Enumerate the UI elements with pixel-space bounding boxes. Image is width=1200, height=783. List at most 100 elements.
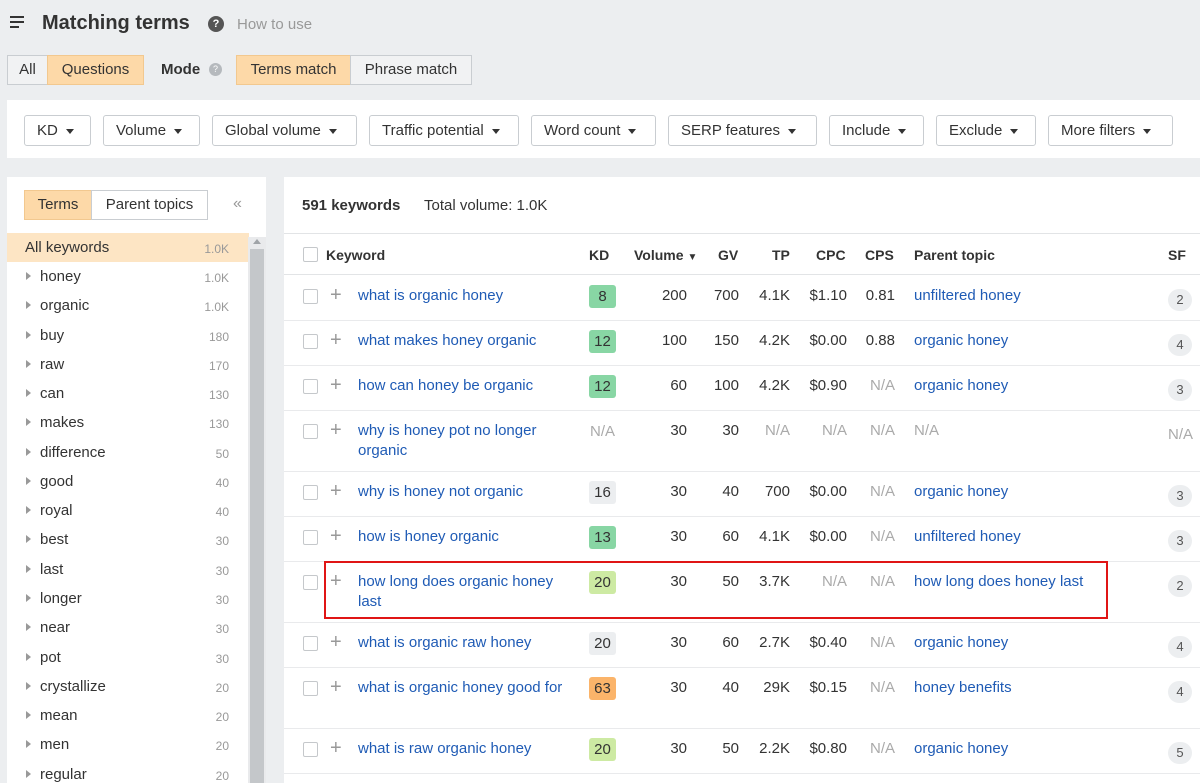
row-checkbox[interactable]	[303, 636, 318, 651]
more-filters-button[interactable]: More filters	[1048, 115, 1173, 146]
menu-icon[interactable]	[10, 16, 24, 28]
sidebar-item-difference[interactable]: difference 50	[7, 438, 249, 467]
row-checkbox[interactable]	[303, 485, 318, 500]
word-count-filter[interactable]: Word count	[531, 115, 656, 146]
keyword-link[interactable]: what makes honey organic	[358, 331, 568, 351]
keyword-link[interactable]: what is organic honey good for	[358, 678, 568, 698]
add-to-list-icon[interactable]: +	[330, 738, 342, 758]
sidebar-item-near[interactable]: near 30	[7, 613, 249, 642]
tab-parent-topics[interactable]: Parent topics	[91, 190, 208, 220]
expand-icon[interactable]	[26, 682, 31, 690]
expand-icon[interactable]	[26, 653, 31, 661]
kd-filter[interactable]: KD	[24, 115, 91, 146]
serp-features-badge[interactable]: 3	[1168, 485, 1192, 507]
volume-filter[interactable]: Volume	[103, 115, 200, 146]
phrase-match-button[interactable]: Phrase match	[350, 55, 472, 85]
exclude-filter[interactable]: Exclude	[936, 115, 1036, 146]
expand-icon[interactable]	[26, 565, 31, 573]
sidebar-item-good[interactable]: good 40	[7, 467, 249, 496]
keyword-link[interactable]: why is honey pot no longer organic	[358, 421, 568, 461]
serp-features-badge[interactable]: 4	[1168, 681, 1192, 703]
column-keyword[interactable]: Keyword	[326, 247, 385, 263]
add-to-list-icon[interactable]: +	[330, 330, 342, 350]
expand-icon[interactable]	[26, 506, 31, 514]
collapse-icon[interactable]: «	[233, 195, 242, 213]
sidebar-item-organic[interactable]: organic 1.0K	[7, 291, 249, 320]
column-cpc[interactable]: CPC	[816, 247, 846, 263]
select-all-checkbox[interactable]	[303, 247, 318, 262]
mode-help-icon[interactable]: ?	[209, 63, 222, 76]
parent-topic-link[interactable]: organic honey	[914, 332, 1008, 349]
sidebar-item-honey[interactable]: honey 1.0K	[7, 262, 249, 291]
include-filter[interactable]: Include	[829, 115, 924, 146]
expand-icon[interactable]	[26, 623, 31, 631]
parent-topic-link[interactable]: organic honey	[914, 634, 1008, 651]
row-checkbox[interactable]	[303, 424, 318, 439]
traffic-potential-filter[interactable]: Traffic potential	[369, 115, 519, 146]
keyword-link[interactable]: what is organic honey	[358, 286, 568, 306]
row-checkbox[interactable]	[303, 379, 318, 394]
expand-icon[interactable]	[26, 535, 31, 543]
serp-features-badge[interactable]: 4	[1168, 334, 1192, 356]
row-checkbox[interactable]	[303, 530, 318, 545]
serp-features-badge[interactable]: 3	[1168, 379, 1192, 401]
sidebar-scrollbar[interactable]	[248, 237, 266, 783]
add-to-list-icon[interactable]: +	[330, 375, 342, 395]
global-volume-filter[interactable]: Global volume	[212, 115, 357, 146]
parent-topic-link[interactable]: organic honey	[914, 483, 1008, 500]
column-cps[interactable]: CPS	[865, 247, 894, 263]
sidebar-item-raw[interactable]: raw 170	[7, 350, 249, 379]
serp-features-badge[interactable]: 3	[1168, 530, 1192, 552]
expand-icon[interactable]	[26, 711, 31, 719]
serp-features-filter[interactable]: SERP features	[668, 115, 817, 146]
scroll-up-icon[interactable]	[253, 239, 261, 244]
tab-terms[interactable]: Terms	[24, 190, 92, 220]
parent-topic-link[interactable]: unfiltered honey	[914, 287, 1021, 304]
help-icon[interactable]: ?	[208, 16, 224, 32]
add-to-list-icon[interactable]: +	[330, 285, 342, 305]
expand-icon[interactable]	[26, 272, 31, 280]
sidebar-item-royal[interactable]: royal 40	[7, 496, 249, 525]
all-filter-button[interactable]: All	[7, 55, 48, 85]
serp-features-badge[interactable]: 2	[1168, 289, 1192, 311]
add-to-list-icon[interactable]: +	[330, 481, 342, 501]
keyword-link[interactable]: what is organic raw honey	[358, 633, 568, 653]
keyword-link[interactable]: why is honey not organic	[358, 482, 568, 502]
keyword-link[interactable]: how is honey organic	[358, 527, 568, 547]
terms-match-button[interactable]: Terms match	[236, 55, 351, 85]
column-sf[interactable]: SF	[1168, 247, 1186, 263]
column-kd[interactable]: KD	[589, 247, 609, 263]
add-to-list-icon[interactable]: +	[330, 677, 342, 697]
parent-topic-link[interactable]: honey benefits	[914, 679, 1012, 696]
row-checkbox[interactable]	[303, 681, 318, 696]
row-checkbox[interactable]	[303, 575, 318, 590]
expand-icon[interactable]	[26, 594, 31, 602]
parent-topic-link[interactable]: organic honey	[914, 740, 1008, 757]
column-volume[interactable]: Volume ▼	[634, 247, 697, 263]
sidebar-item-last[interactable]: last 30	[7, 555, 249, 584]
serp-features-badge[interactable]: 5	[1168, 742, 1192, 764]
sidebar-item-best[interactable]: best 30	[7, 525, 249, 554]
row-checkbox[interactable]	[303, 334, 318, 349]
sidebar-item-pot[interactable]: pot 30	[7, 643, 249, 672]
sidebar-item-can[interactable]: can 130	[7, 379, 249, 408]
expand-icon[interactable]	[26, 331, 31, 339]
expand-icon[interactable]	[26, 418, 31, 426]
scrollbar-thumb[interactable]	[250, 249, 264, 783]
column-tp[interactable]: TP	[772, 247, 790, 263]
keyword-link[interactable]: what is raw organic honey	[358, 739, 568, 759]
add-to-list-icon[interactable]: +	[330, 420, 342, 440]
expand-icon[interactable]	[26, 740, 31, 748]
sidebar-item-crystallize[interactable]: crystallize 20	[7, 672, 249, 701]
expand-icon[interactable]	[26, 360, 31, 368]
add-to-list-icon[interactable]: +	[330, 632, 342, 652]
sidebar-item-buy[interactable]: buy 180	[7, 321, 249, 350]
serp-features-badge[interactable]: 4	[1168, 636, 1192, 658]
row-checkbox[interactable]	[303, 289, 318, 304]
sidebar-item-regular[interactable]: regular 20	[7, 760, 249, 783]
keyword-link[interactable]: how can honey be organic	[358, 376, 568, 396]
questions-filter-button[interactable]: Questions	[47, 55, 144, 85]
parent-topic-link[interactable]: unfiltered honey	[914, 528, 1021, 545]
sidebar-item-makes[interactable]: makes 130	[7, 408, 249, 437]
expand-icon[interactable]	[26, 770, 31, 778]
